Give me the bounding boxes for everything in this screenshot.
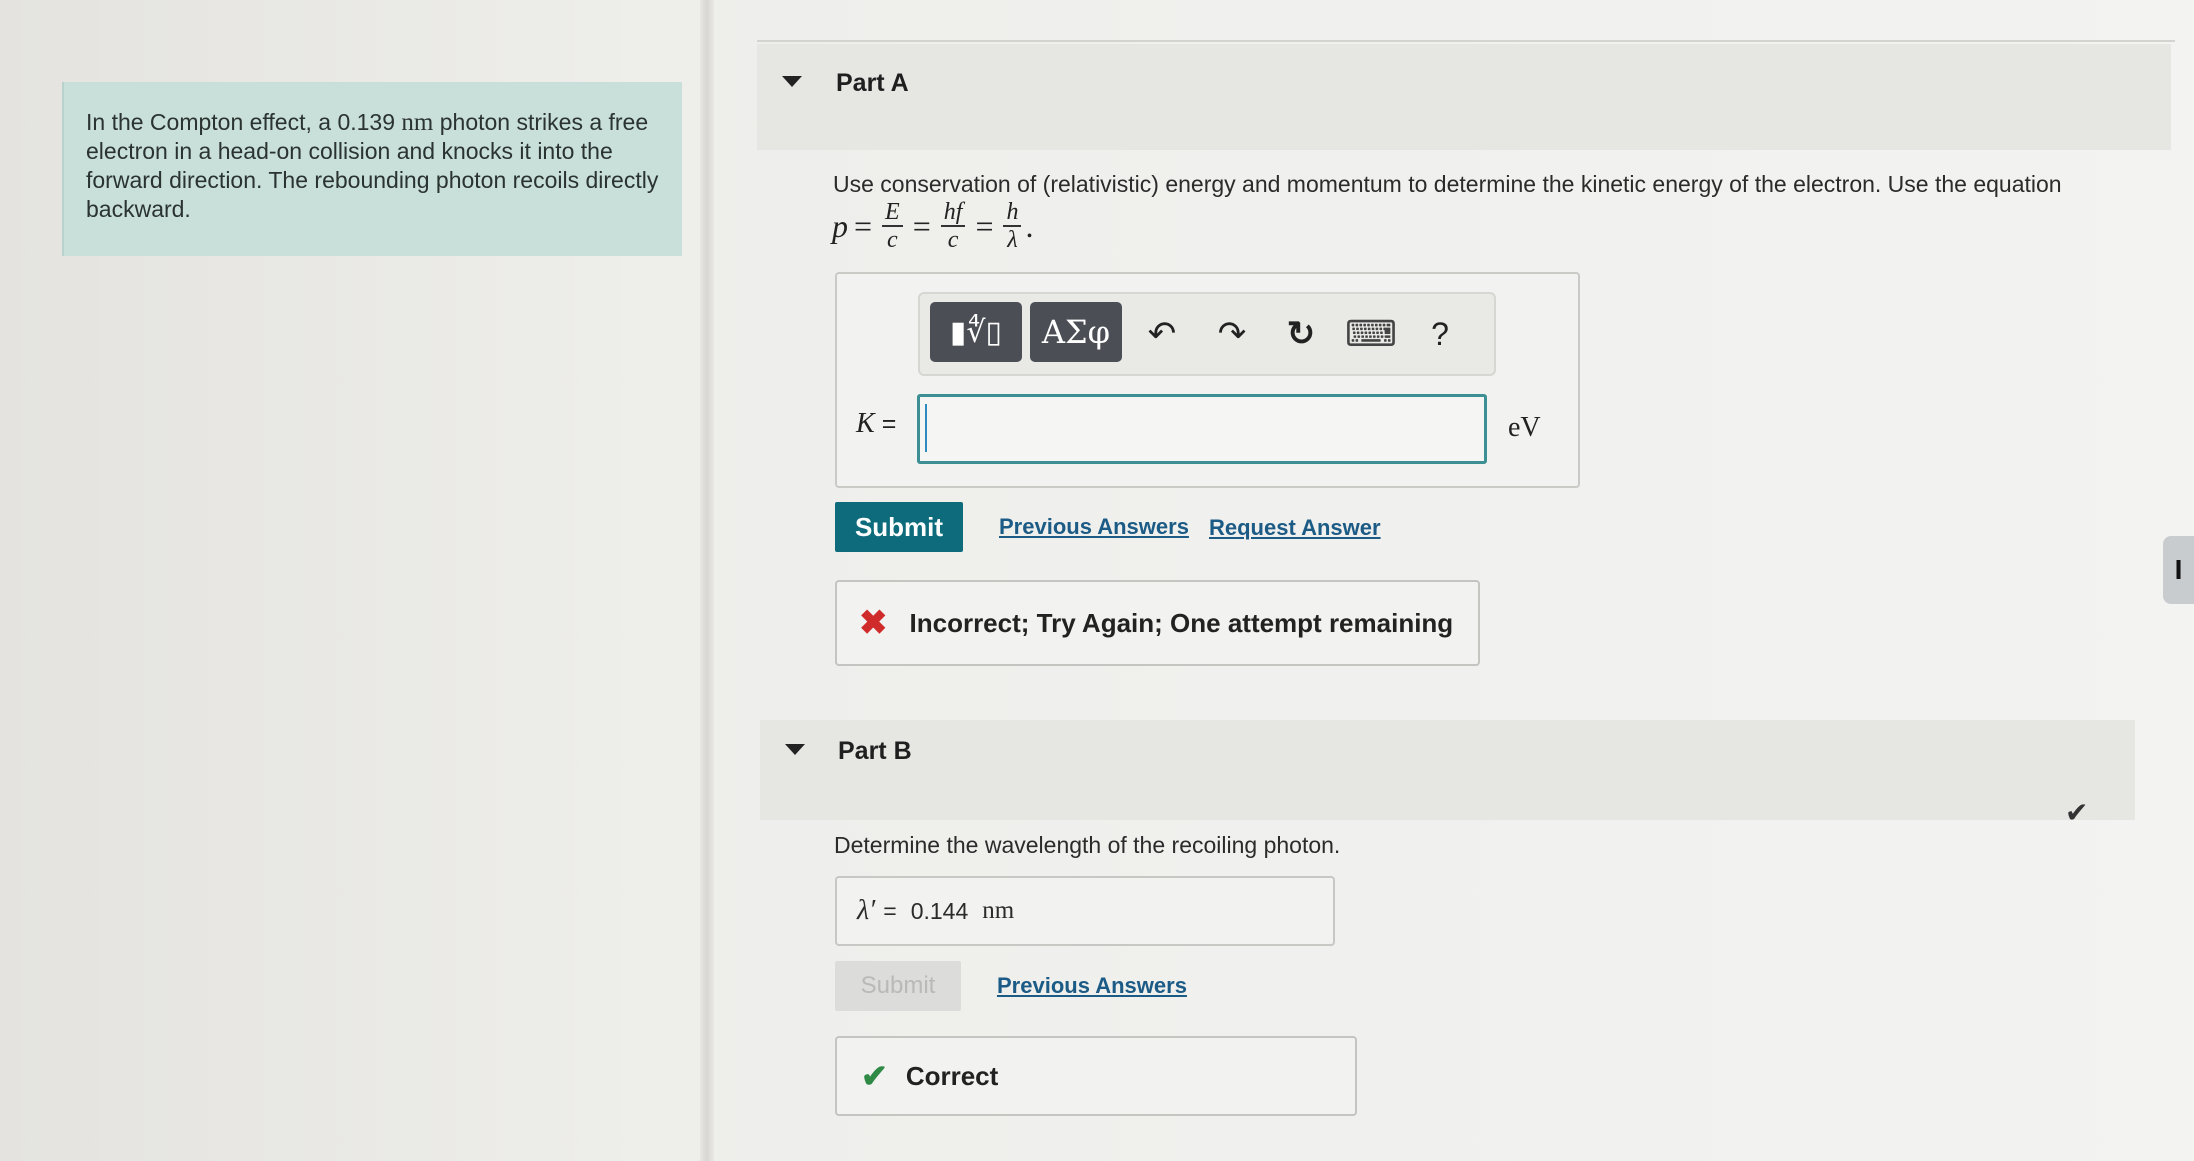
problem-unit: nm: [401, 109, 434, 136]
momentum-equation: p = E c = hf c = h λ .: [832, 194, 1033, 258]
part-b-feedback-text: Correct: [905, 1060, 999, 1091]
part-a-feedback-text: Incorrect; Try Again; One attempt remain…: [909, 607, 1454, 638]
eq-p: p: [832, 207, 848, 244]
eq-fraction-e-over-c: E c: [882, 199, 903, 253]
lambda-unit: nm: [982, 897, 1015, 924]
side-panel-tab[interactable]: I: [2163, 536, 2194, 604]
part-b-feedback: ✔ Correct: [835, 1036, 1357, 1116]
part-a-feedback: ✖ Incorrect; Try Again; One attempt rema…: [835, 580, 1480, 666]
part-b-question: Determine the wavelength of the recoilin…: [834, 832, 1341, 858]
part-b-header[interactable]: [760, 720, 2135, 820]
column-divider: [700, 0, 714, 1161]
templates-button[interactable]: ▮∜▯: [930, 302, 1022, 362]
part-a-header[interactable]: [757, 44, 2171, 150]
eq-f1-den: c: [887, 227, 898, 253]
greek-symbols-button[interactable]: ΑΣφ: [1030, 302, 1122, 362]
request-answer-link[interactable]: Request Answer: [1209, 515, 1381, 541]
eq-fraction-hf-over-c: hf c: [940, 199, 966, 253]
eq-equals-3: =: [975, 207, 994, 244]
problem-statement: In the Compton effect, a 0.139 nm photon…: [62, 82, 682, 256]
part-a-submit-button[interactable]: Submit: [835, 502, 963, 552]
problem-text-before: In the Compton effect, a 0.139: [86, 109, 402, 135]
answer-unit-ev: eV: [1508, 412, 1541, 443]
reset-icon[interactable]: ↻: [1278, 306, 1324, 362]
eq-equals-2: =: [912, 207, 931, 244]
redo-icon[interactable]: ↷: [1210, 306, 1254, 362]
part-b-answer-display: λ′ = 0.144 nm: [835, 876, 1335, 946]
eq-f3-num: h: [1003, 199, 1022, 227]
keyboard-icon[interactable]: ⌨: [1345, 306, 1397, 362]
text-cursor: [925, 404, 927, 452]
lambda-value: 0.144: [910, 897, 969, 924]
k-symbol: K: [856, 408, 875, 439]
lambda-equals: =: [883, 897, 897, 924]
part-a-previous-answers-link[interactable]: Previous Answers: [999, 514, 1189, 540]
part-a-title: Part A: [836, 69, 909, 97]
part-b-title: Part B: [838, 737, 912, 765]
part-b-submit-button-disabled: Submit: [835, 961, 961, 1011]
part-b-collapse-caret-icon[interactable]: [785, 744, 805, 755]
part-b-complete-check-icon: ✔: [2065, 797, 2089, 828]
eq-equals-1: =: [854, 207, 873, 244]
lambda-prime-symbol: λ′: [857, 895, 876, 926]
eq-f3-den: λ: [1007, 227, 1018, 253]
eq-fraction-h-over-lambda: h λ: [1003, 199, 1022, 253]
kinetic-energy-input[interactable]: [917, 394, 1487, 464]
incorrect-x-icon: ✖: [859, 604, 888, 642]
eq-f2-den: c: [947, 227, 959, 253]
correct-check-icon: ✔: [861, 1058, 888, 1094]
part-a-collapse-caret-icon[interactable]: [782, 76, 802, 87]
eq-period: .: [1025, 207, 1034, 244]
eq-f1-num: E: [882, 199, 903, 227]
undo-icon[interactable]: ↶: [1140, 306, 1184, 362]
part-b-previous-answers-link[interactable]: Previous Answers: [997, 973, 1187, 999]
answer-label-k: K =: [856, 408, 896, 440]
k-equals: =: [881, 410, 897, 438]
top-rule: [757, 40, 2175, 42]
help-icon[interactable]: ?: [1420, 306, 1460, 362]
eq-f2-num: hf: [940, 199, 966, 227]
